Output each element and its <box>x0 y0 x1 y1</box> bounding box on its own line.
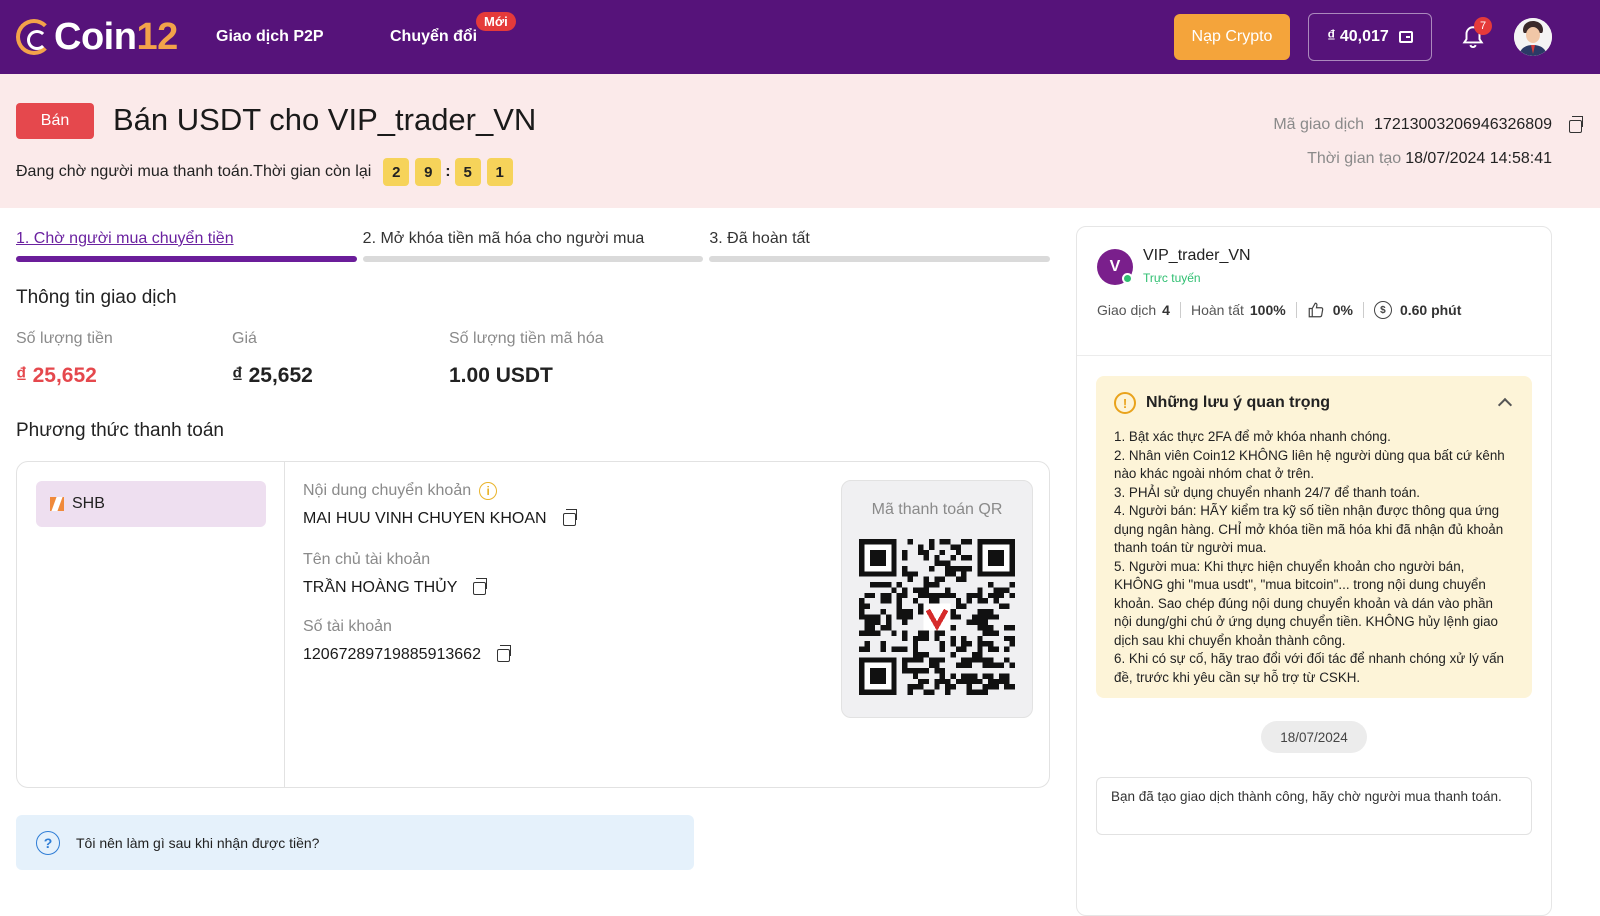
timer-digit: 2 <box>383 158 410 186</box>
note-item: 3. PHẢI sử dụng chuyển nhanh 24/7 để tha… <box>1114 484 1421 500</box>
notes-title: Những lưu ý quan trọng <box>1146 394 1331 411</box>
copy-icon[interactable] <box>1569 116 1583 133</box>
note-item: 2. Nhân viên Coin12 KHÔNG liên hệ người … <box>1114 447 1505 482</box>
shb-logo-icon <box>50 497 64 511</box>
amount-value: ₫ 25,652 <box>16 364 97 387</box>
bank-list: SHB <box>17 462 285 787</box>
crypto-amount-field: Số lượng tiền mã hóa 1.00 USDT <box>449 330 604 387</box>
timer-digit: 9 <box>415 158 442 186</box>
note-item: 1. Bật xác thực 2FA để mở khóa nhanh chó… <box>1114 429 1391 444</box>
nav-convert-link[interactable]: Chuyển đổi <box>390 28 477 46</box>
copy-icon[interactable] <box>473 577 488 595</box>
page-title: Bán USDT cho VIP_trader_VN <box>113 102 537 137</box>
trader-name[interactable]: VIP_trader_VN <box>1143 247 1251 265</box>
top-nav: Coin12 Giao dịch P2P Chuyển đổi Mới Nạp … <box>0 0 1600 74</box>
system-message: Bạn đã tạo giao dịch thành công, hãy chờ… <box>1096 777 1532 835</box>
step-2: 2. Mở khóa tiền mã hóa cho người mua <box>362 230 704 262</box>
deposit-crypto-button[interactable]: Nạp Crypto <box>1174 14 1290 60</box>
new-badge: Mới <box>476 12 516 31</box>
qr-title: Mã thanh toán QR <box>871 501 1003 518</box>
chat-date: 18/07/2024 <box>1261 721 1367 753</box>
faq-banner[interactable]: ? Tôi nên làm gì sau khi nhận được tiền? <box>16 815 694 870</box>
note-item: 4. Người bán: HÃY kiểm tra kỹ số tiền nh… <box>1114 503 1504 555</box>
payment-method-title: Phương thức thanh toán <box>16 420 224 441</box>
progress-steps: 1. Chờ người mua chuyển tiền 2. Mở khóa … <box>16 230 1051 262</box>
note-item: 6. Khi có sự cố, hãy trao đổi với đối tá… <box>1114 651 1504 685</box>
bank-name: SHB <box>72 495 105 512</box>
qr-card: Mã thanh toán QR <box>841 480 1033 718</box>
trader-stats: Giao dịch 4 Hoàn tất 100% 0% $ 0.60 phút <box>1097 301 1462 319</box>
created-time-row: Thời gian tạo 18/07/2024 14:58:41 <box>1307 150 1552 168</box>
trader-panel: V VIP_trader_VN Trực tuyến Giao dịch 4 Ho… <box>1076 226 1552 916</box>
clock-icon: $ <box>1373 301 1392 319</box>
timer-digit: 5 <box>454 158 481 186</box>
wallet-icon <box>1398 31 1413 43</box>
copy-icon[interactable] <box>496 644 511 662</box>
countdown-timer: 2 9 : 5 1 <box>383 158 513 186</box>
faq-text: Tôi nên làm gì sau khi nhận được tiền? <box>76 834 320 851</box>
timer-separator: : <box>445 163 451 180</box>
note-item: 5. Người mua: Khi thực hiện chuyển khoản… <box>1114 558 1499 648</box>
copy-icon[interactable] <box>562 508 577 526</box>
account-holder-value: TRẦN HOÀNG THỦY <box>303 579 458 596</box>
account-holder-field: Tên chủ tài khoản TRẦN HOÀNG THỦY <box>303 551 488 597</box>
crypto-amount-value: 1.00 USDT <box>449 364 553 387</box>
transaction-id: 17213003206946326809 <box>1374 116 1552 133</box>
logo-mark-icon <box>16 19 52 55</box>
user-avatar[interactable] <box>1514 18 1552 56</box>
transaction-id-row: Mã giao dịch 17213003206946326809 <box>1273 116 1552 134</box>
transfer-content-field: Nội dung chuyển khoản i MAI HUU VINH CHUY… <box>303 482 577 528</box>
price-field: Giá ₫ 25,652 <box>232 330 313 387</box>
created-time: 18/07/2024 14:58:41 <box>1405 150 1552 167</box>
wallet-balance-button[interactable]: ₫ 40,017 <box>1308 13 1432 61</box>
price-value: ₫ 25,652 <box>232 364 313 387</box>
bank-item-shb[interactable]: SHB <box>36 481 266 527</box>
wallet-balance: ₫ 40,017 <box>1327 28 1389 45</box>
coin12-logo[interactable]: Coin12 <box>16 16 178 59</box>
transaction-header: Bán Bán USDT cho VIP_trader_VN Đang chờ … <box>0 74 1600 208</box>
step-3: 3. Đã hoàn tất <box>709 230 1051 262</box>
question-icon: ? <box>36 830 60 855</box>
online-dot-icon <box>1122 273 1133 284</box>
created-time-label: Thời gian tạo <box>1307 150 1402 167</box>
waiting-status: Đang chờ người mua thanh toán.Thời gian … <box>16 158 513 186</box>
step-1[interactable]: 1. Chờ người mua chuyển tiền <box>16 230 357 262</box>
info-icon[interactable]: i <box>479 482 498 500</box>
account-number-field: Số tài khoản 12067289719885913662 <box>303 618 511 664</box>
transfer-content-value: MAI HUU VINH CHUYEN KHOAN <box>303 510 547 527</box>
qr-code-image <box>859 539 1015 695</box>
timer-digit: 1 <box>486 158 513 186</box>
account-number-value: 12067289719885913662 <box>303 646 481 663</box>
nav-p2p-link[interactable]: Giao dịch P2P <box>216 28 324 46</box>
payment-box: SHB Nội dung chuyển khoản i MAI HUU VINH … <box>16 461 1050 788</box>
notification-count-badge: 7 <box>1474 17 1492 35</box>
amount-field: Số lượng tiền ₫ 25,652 <box>16 330 113 387</box>
sell-tag: Bán <box>16 103 94 139</box>
important-notes: ! Những lưu ý quan trọng 1. Bật xác thực… <box>1096 376 1532 698</box>
transaction-id-label: Mã giao dịch <box>1273 116 1365 133</box>
transaction-info-title: Thông tin giao dịch <box>16 287 177 308</box>
trader-status: Trực tuyến <box>1143 271 1201 285</box>
warning-icon: ! <box>1114 392 1136 414</box>
thumbs-up-icon <box>1308 302 1323 318</box>
